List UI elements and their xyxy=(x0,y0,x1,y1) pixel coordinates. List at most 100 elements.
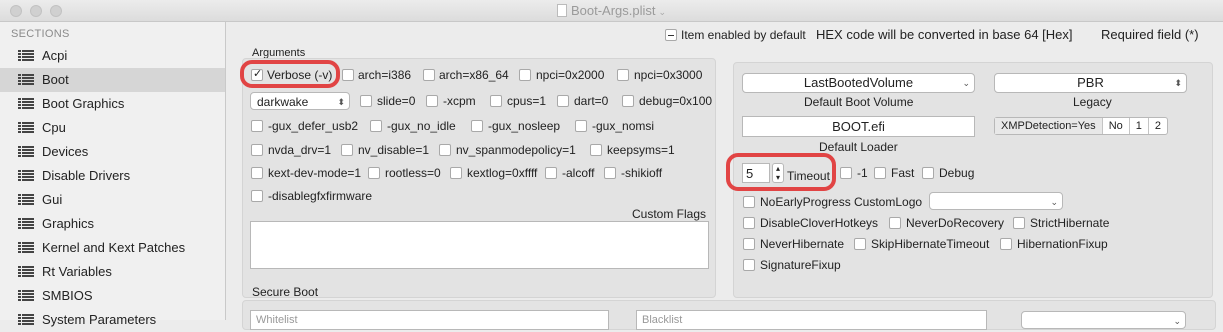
default-boot-volume-label: Default Boot Volume xyxy=(804,95,914,109)
xmp-yes-segment[interactable]: XMPDetection=Yes xyxy=(995,118,1103,134)
sidebar-item-system-parameters[interactable]: System Parameters xyxy=(0,308,225,332)
gux-nomsi-checkbox[interactable] xyxy=(575,120,587,132)
sidebar-item-boot[interactable]: Boot xyxy=(0,68,225,92)
updown-icon: ⬍ xyxy=(337,97,345,107)
sidebar-item-label: Disable Drivers xyxy=(42,168,131,183)
sidebar-item-kernel-and-kext-patches[interactable]: Kernel and Kext Patches xyxy=(0,236,225,260)
npci-2000-checkbox[interactable] xyxy=(519,69,531,81)
sidebar-item-smbios[interactable]: SMBIOS xyxy=(0,284,225,308)
disablegfxfirmware-checkbox[interactable] xyxy=(251,190,263,202)
gux-nosleep-checkbox[interactable] xyxy=(471,120,483,132)
signature-fixup-checkbox[interactable] xyxy=(743,259,755,271)
sidebar-item-label: Graphics xyxy=(42,216,95,231)
document-icon xyxy=(556,4,567,17)
debug-arg-label: debug=0x100 xyxy=(639,94,713,108)
sidebar-item-acpi[interactable]: Acpi xyxy=(0,44,225,68)
xmp-2-segment[interactable]: 2 xyxy=(1149,118,1167,134)
hibernation-fixup-label: HibernationFixup xyxy=(1017,237,1108,251)
legacy-select[interactable]: PBR ⬍ xyxy=(994,73,1187,93)
sidebar: SECTIONS Acpi Boot Boot Graphics Cpu Devices… xyxy=(0,22,226,327)
never-do-recovery-checkbox[interactable] xyxy=(889,217,901,229)
legend-item-enabled: Item enabled by default xyxy=(681,28,806,42)
custom-flags-label: Custom Flags xyxy=(632,207,707,221)
sidebar-item-label: Boot xyxy=(42,72,69,87)
sidebar-item-gui[interactable]: Gui xyxy=(0,188,225,212)
timeout-field[interactable]: 5 xyxy=(742,163,770,183)
alcoff-label: -alcoff xyxy=(562,166,595,180)
xcpm-checkbox[interactable] xyxy=(426,95,438,107)
debug-arg-checkbox[interactable] xyxy=(622,95,634,107)
timeout-minus-one-checkbox[interactable] xyxy=(840,167,852,179)
dart-label: dart=0 xyxy=(574,94,609,108)
disable-clover-hotkeys-label: DisableCloverHotkeys xyxy=(760,216,879,230)
window-title[interactable]: Boot-Args.plist ⌄ xyxy=(0,3,1223,18)
arch-x86-64-checkbox[interactable] xyxy=(423,69,435,81)
xmp-no-segment[interactable]: No xyxy=(1103,118,1130,134)
never-hibernate-checkbox[interactable] xyxy=(743,238,755,250)
updown-icon: ⬍ xyxy=(1174,78,1182,88)
nv-disable-checkbox[interactable] xyxy=(341,144,353,156)
custom-logo-label: CustomLogo xyxy=(854,195,923,209)
rootless-checkbox[interactable] xyxy=(368,167,380,179)
legend-hex-note: HEX code will be converted in base 64 [H… xyxy=(816,27,1073,42)
timeout-stepper[interactable]: ▴ ▾ xyxy=(772,163,784,183)
sidebar-item-graphics[interactable]: Graphics xyxy=(0,212,225,236)
xmp-1-segment[interactable]: 1 xyxy=(1130,118,1149,134)
kext-dev-mode-checkbox[interactable] xyxy=(251,167,263,179)
default-loader-field[interactable]: BOOT.efi xyxy=(742,116,975,137)
cpus-label: cpus=1 xyxy=(507,94,547,108)
xmp-detection-segmented[interactable]: XMPDetection=Yes No 1 2 xyxy=(994,117,1168,135)
slide-label: slide=0 xyxy=(377,94,416,108)
chevron-down-icon: ⌄ xyxy=(658,7,667,17)
sidebar-item-disable-drivers[interactable]: Disable Drivers xyxy=(0,164,225,188)
list-icon xyxy=(18,170,34,181)
hibernation-fixup-checkbox[interactable] xyxy=(1000,238,1012,250)
gux-no-idle-checkbox[interactable] xyxy=(370,120,382,132)
dart-checkbox[interactable] xyxy=(557,95,569,107)
keepsyms-checkbox[interactable] xyxy=(590,144,602,156)
npci-3000-checkbox[interactable] xyxy=(617,69,629,81)
fast-checkbox[interactable] xyxy=(874,167,886,179)
arch-i386-checkbox[interactable] xyxy=(342,69,354,81)
no-early-progress-checkbox[interactable] xyxy=(743,196,755,208)
nv-spanmodepolicy-label: nv_spanmodepolicy=1 xyxy=(456,143,576,157)
strict-hibernate-checkbox[interactable] xyxy=(1013,217,1025,229)
shikioff-checkbox[interactable] xyxy=(604,167,616,179)
skip-hibernate-timeout-checkbox[interactable] xyxy=(854,238,866,250)
list-icon xyxy=(18,218,34,229)
nvda-drv-label: nvda_drv=1 xyxy=(268,143,332,157)
sidebar-item-rt-variables[interactable]: Rt Variables xyxy=(0,260,225,284)
nv-spanmodepolicy-checkbox[interactable] xyxy=(439,144,451,156)
alcoff-checkbox[interactable] xyxy=(545,167,557,179)
secure-boot-policy-select[interactable]: ⌄ xyxy=(1021,311,1186,329)
keepsyms-label: keepsyms=1 xyxy=(607,143,675,157)
signature-fixup-label: SignatureFixup xyxy=(760,258,841,272)
gux-defer-usb2-checkbox[interactable] xyxy=(251,120,263,132)
blacklist-field[interactable]: Blacklist xyxy=(636,310,987,330)
slide-checkbox[interactable] xyxy=(360,95,372,107)
xcpm-label: -xcpm xyxy=(443,94,476,108)
shikioff-label: -shikioff xyxy=(621,166,663,180)
custom-flags-field[interactable] xyxy=(250,221,709,269)
title-bar: Boot-Args.plist ⌄ xyxy=(0,0,1223,22)
cpus-checkbox[interactable] xyxy=(490,95,502,107)
sidebar-item-devices[interactable]: Devices xyxy=(0,140,225,164)
list-icon xyxy=(18,242,34,253)
timeout-label: Timeout xyxy=(787,169,830,183)
kextlog-label: kextlog=0xffff xyxy=(467,166,538,180)
nvda-drv-checkbox[interactable] xyxy=(251,144,263,156)
darkwake-select[interactable]: darkwake ⬍ xyxy=(250,92,350,110)
sidebar-item-cpu[interactable]: Cpu xyxy=(0,116,225,140)
default-loader-label: Default Loader xyxy=(819,140,898,154)
kextlog-checkbox[interactable] xyxy=(450,167,462,179)
never-do-recovery-label: NeverDoRecovery xyxy=(906,216,1005,230)
verbose-checkbox[interactable] xyxy=(251,67,263,81)
whitelist-field[interactable]: Whitelist xyxy=(250,310,609,330)
default-boot-volume-select[interactable]: LastBootedVolume ⌄ xyxy=(742,73,975,93)
legend-required: Required field (*) xyxy=(1101,27,1199,42)
debug-checkbox[interactable] xyxy=(922,167,934,179)
custom-logo-select[interactable]: ⌄ xyxy=(929,192,1063,210)
list-icon xyxy=(18,50,34,61)
sidebar-item-boot-graphics[interactable]: Boot Graphics xyxy=(0,92,225,116)
disable-clover-hotkeys-checkbox[interactable] xyxy=(743,217,755,229)
